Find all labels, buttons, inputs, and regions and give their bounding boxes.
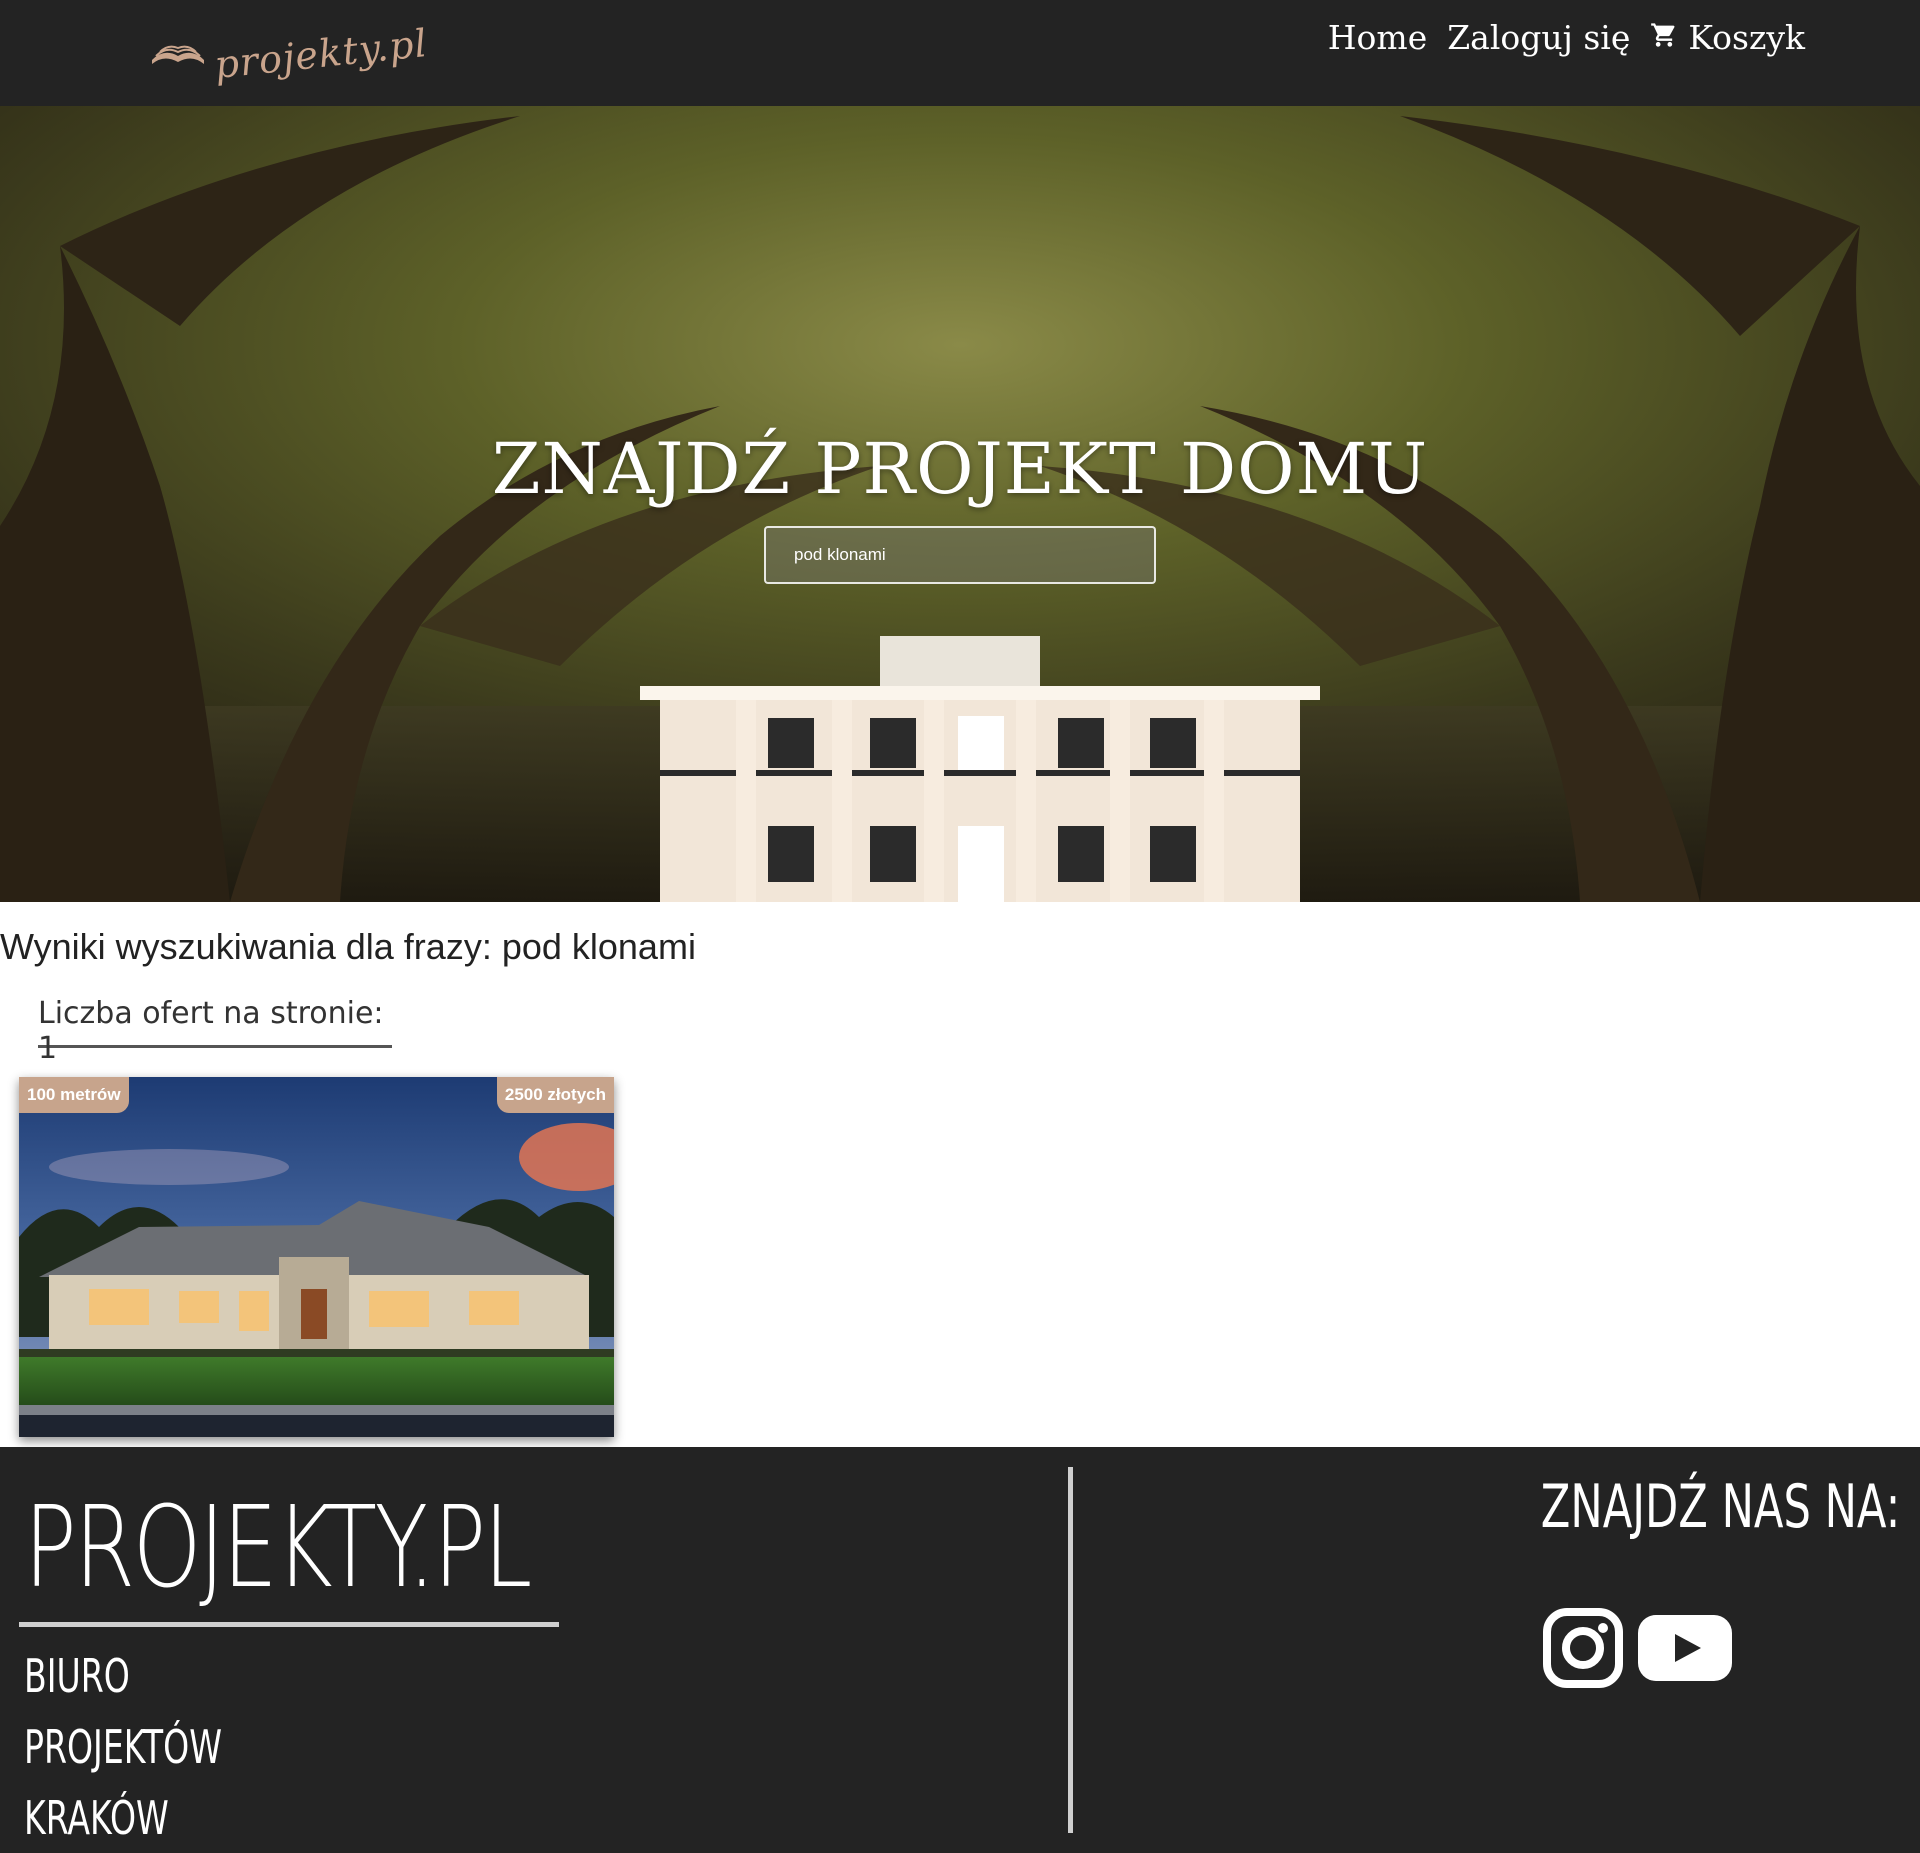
hero-title: ZNAJDŹ PROJEKT DOMU: [491, 428, 1429, 510]
nav-home-link[interactable]: Home: [1328, 18, 1427, 57]
offers-per-page-select[interactable]: Liczba ofert na stronie: 1: [38, 996, 392, 1066]
footer-divider: [1068, 1467, 1073, 1833]
results-heading: Wyniki wyszukiwania dla frazy: pod klona…: [0, 926, 696, 967]
search-input[interactable]: [764, 526, 1156, 584]
nav-cart-link[interactable]: Koszyk: [1650, 18, 1805, 57]
cart-icon: [1650, 18, 1678, 57]
social-links: [1542, 1607, 1732, 1694]
footer-line-projektow: PROJEKTÓW: [24, 1720, 222, 1774]
footer-brand: PROJEKTY.PL: [24, 1483, 532, 1613]
youtube-icon[interactable]: [1638, 1615, 1732, 1686]
logo-text: projekty.pl: [212, 20, 430, 88]
nav-login-link[interactable]: Zaloguj się: [1447, 18, 1630, 57]
book-logo-icon: [150, 38, 206, 71]
find-us-heading: ZNAJDŹ NAS NA:: [1540, 1472, 1900, 1542]
instagram-icon[interactable]: [1542, 1607, 1624, 1694]
nav-links: Home Zaloguj się Koszyk: [1328, 18, 1805, 57]
house-image: [19, 1077, 614, 1437]
site-footer: PROJEKTY.PL BIURO PROJEKTÓW KRAKÓW ZNAJD…: [0, 1447, 1920, 1853]
area-badge: 100 metrów: [19, 1077, 129, 1113]
hero-section: ZNAJDŹ PROJEKT DOMU: [0, 106, 1920, 902]
footer-rule: [19, 1622, 559, 1627]
price-badge: 2500 złotych: [496, 1077, 614, 1113]
footer-line-krakow: KRAKÓW: [24, 1791, 169, 1845]
footer-line-biuro: BIURO: [24, 1649, 130, 1703]
top-navbar: projekty.pl Home Zaloguj się Koszyk: [0, 0, 1920, 106]
cart-label: Koszyk: [1688, 18, 1805, 57]
site-logo[interactable]: projekty.pl: [150, 14, 430, 94]
project-card[interactable]: 100 metrów 2500 złotych: [19, 1077, 614, 1437]
